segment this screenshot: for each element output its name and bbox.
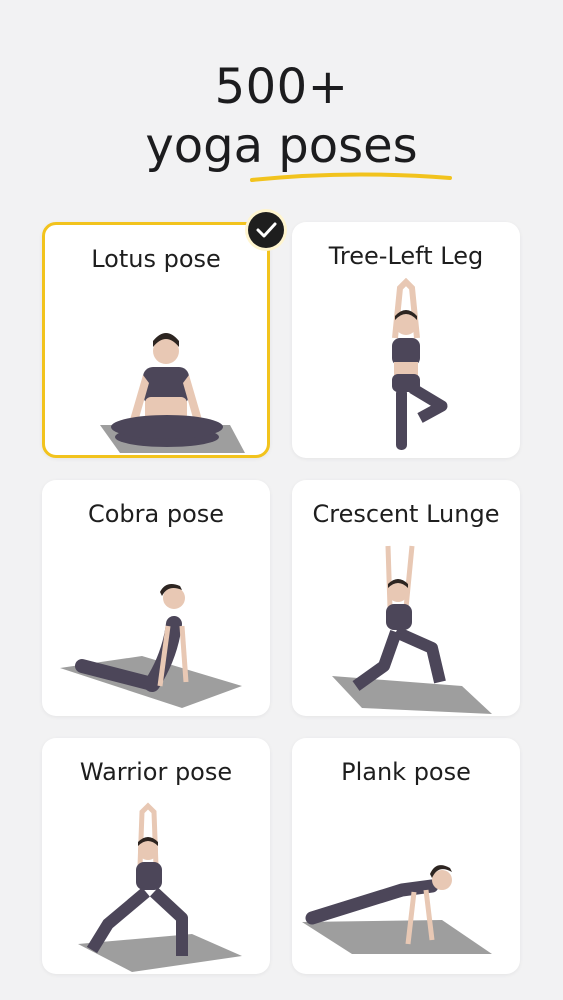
- warrior-pose-illustration: [78, 802, 242, 972]
- pose-card-lotus[interactable]: Lotus pose: [42, 222, 270, 458]
- pose-card-warrior[interactable]: Warrior pose: [42, 738, 270, 974]
- pose-card-crescent-lunge[interactable]: Crescent Lunge: [292, 480, 520, 716]
- headline-subtitle: yoga poses: [145, 118, 418, 174]
- tree-pose-illustration: [392, 278, 448, 450]
- pose-label: Warrior pose: [79, 758, 233, 786]
- pose-card-cobra[interactable]: Cobra pose: [42, 480, 270, 716]
- checkmark-icon: [256, 222, 277, 238]
- pose-label: Plank pose: [341, 758, 471, 786]
- pose-label: Tree-Left Leg: [328, 242, 484, 270]
- pose-card-plank[interactable]: Plank pose: [292, 738, 520, 974]
- pose-label: Cobra pose: [87, 500, 225, 528]
- plank-pose-illustration: [302, 865, 492, 954]
- pose-card-tree-left-leg[interactable]: Tree-Left Leg: [292, 222, 520, 458]
- headline-count: 500+: [214, 59, 349, 115]
- selected-check-badge: [248, 212, 284, 248]
- pose-label: Lotus pose: [91, 245, 221, 273]
- cobra-pose-illustration: [60, 584, 242, 708]
- lotus-pose-illustration: [100, 333, 245, 453]
- headline: 500+ yoga poses: [0, 58, 563, 176]
- pose-label: Crescent Lunge: [312, 500, 500, 528]
- headline-underline: [250, 172, 452, 182]
- crescent-lunge-illustration: [332, 545, 492, 714]
